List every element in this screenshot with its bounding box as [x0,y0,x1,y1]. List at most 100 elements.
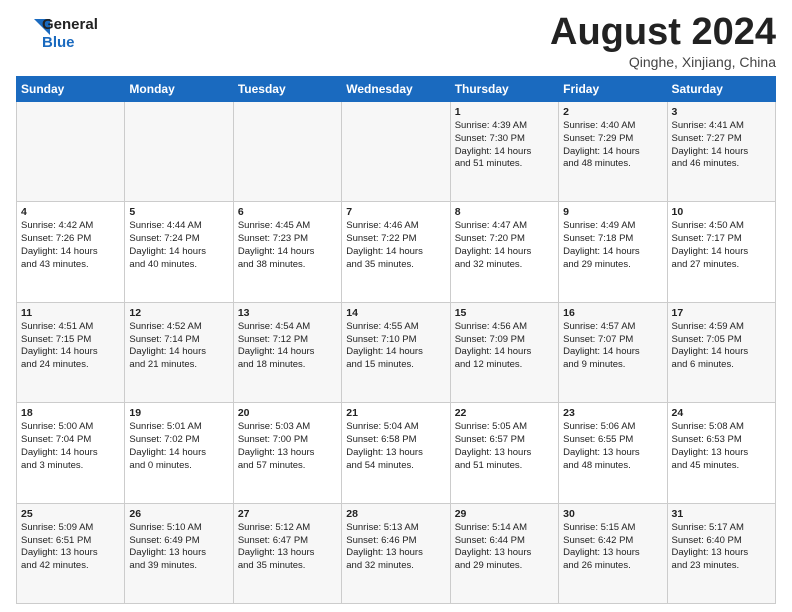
day-number-16: 16 [563,306,662,320]
cell-text: Daylight: 14 hours [455,146,554,159]
calendar-cell-w1-d5: 1Sunrise: 4:39 AMSunset: 7:30 PMDaylight… [450,101,558,201]
day-number-15: 15 [455,306,554,320]
col-monday: Monday [125,76,233,101]
calendar-cell-w2-d7: 10Sunrise: 4:50 AMSunset: 7:17 PMDayligh… [667,202,775,302]
cell-text: and 46 minutes. [672,158,771,171]
calendar-cell-w1-d7: 3Sunrise: 4:41 AMSunset: 7:27 PMDaylight… [667,101,775,201]
cell-text: Sunrise: 4:40 AM [563,120,662,133]
col-sunday: Sunday [17,76,125,101]
cell-text: and 54 minutes. [346,460,445,473]
cell-text: Daylight: 14 hours [563,146,662,159]
calendar-cell-w3-d4: 14Sunrise: 4:55 AMSunset: 7:10 PMDayligh… [342,302,450,402]
col-wednesday: Wednesday [342,76,450,101]
logo-general: General [42,16,98,34]
cell-text: Sunrise: 5:12 AM [238,522,337,535]
calendar-cell-w4-d4: 21Sunrise: 5:04 AMSunset: 6:58 PMDayligh… [342,403,450,503]
cell-text: Sunrise: 5:10 AM [129,522,228,535]
cell-text: and 29 minutes. [455,560,554,573]
cell-text: Daylight: 13 hours [21,547,120,560]
cell-text: Sunset: 7:12 PM [238,334,337,347]
cell-text: and 23 minutes. [672,560,771,573]
cell-text: Sunrise: 4:45 AM [238,220,337,233]
calendar-cell-w5-d2: 26Sunrise: 5:10 AMSunset: 6:49 PMDayligh… [125,503,233,603]
cell-text: and 40 minutes. [129,259,228,272]
cell-text: Sunset: 7:02 PM [129,434,228,447]
calendar-cell-w5-d4: 28Sunrise: 5:13 AMSunset: 6:46 PMDayligh… [342,503,450,603]
day-number-28: 28 [346,507,445,521]
page: General Blue August 2024 Qinghe, Xinjian… [0,0,792,612]
cell-text: Daylight: 14 hours [672,346,771,359]
page-title-location: Qinghe, Xinjiang, China [550,54,776,70]
cell-text: and 27 minutes. [672,259,771,272]
calendar-cell-w3-d5: 15Sunrise: 4:56 AMSunset: 7:09 PMDayligh… [450,302,558,402]
col-thursday: Thursday [450,76,558,101]
cell-text: Sunrise: 4:57 AM [563,321,662,334]
cell-text: Sunset: 7:18 PM [563,233,662,246]
calendar-cell-w1-d1 [17,101,125,201]
cell-text: and 15 minutes. [346,359,445,372]
cell-text: Sunset: 7:24 PM [129,233,228,246]
week-row-1: 1Sunrise: 4:39 AMSunset: 7:30 PMDaylight… [17,101,776,201]
cell-text: Sunrise: 5:17 AM [672,522,771,535]
cell-text: Sunrise: 4:44 AM [129,220,228,233]
title-area: August 2024 Qinghe, Xinjiang, China [550,12,776,70]
cell-text: Daylight: 13 hours [455,447,554,460]
cell-text: Sunset: 7:23 PM [238,233,337,246]
cell-text: Sunrise: 4:39 AM [455,120,554,133]
cell-text: Daylight: 14 hours [21,447,120,460]
cell-text: and 26 minutes. [563,560,662,573]
cell-text: Daylight: 13 hours [129,547,228,560]
calendar-cell-w5-d5: 29Sunrise: 5:14 AMSunset: 6:44 PMDayligh… [450,503,558,603]
cell-text: and 3 minutes. [21,460,120,473]
cell-text: and 57 minutes. [238,460,337,473]
calendar-cell-w1-d3 [233,101,341,201]
day-number-21: 21 [346,406,445,420]
cell-text: Sunset: 7:00 PM [238,434,337,447]
calendar-cell-w3-d3: 13Sunrise: 4:54 AMSunset: 7:12 PMDayligh… [233,302,341,402]
cell-text: and 42 minutes. [21,560,120,573]
calendar-cell-w4-d6: 23Sunrise: 5:06 AMSunset: 6:55 PMDayligh… [559,403,667,503]
calendar-cell-w2-d5: 8Sunrise: 4:47 AMSunset: 7:20 PMDaylight… [450,202,558,302]
cell-text: Sunrise: 4:50 AM [672,220,771,233]
cell-text: Sunset: 7:20 PM [455,233,554,246]
cell-text: Daylight: 14 hours [455,246,554,259]
week-row-3: 11Sunrise: 4:51 AMSunset: 7:15 PMDayligh… [17,302,776,402]
day-number-24: 24 [672,406,771,420]
calendar-cell-w2-d4: 7Sunrise: 4:46 AMSunset: 7:22 PMDaylight… [342,202,450,302]
calendar-cell-w5-d1: 25Sunrise: 5:09 AMSunset: 6:51 PMDayligh… [17,503,125,603]
cell-text: Daylight: 13 hours [563,447,662,460]
calendar-cell-w4-d1: 18Sunrise: 5:00 AMSunset: 7:04 PMDayligh… [17,403,125,503]
cell-text: and 35 minutes. [346,259,445,272]
cell-text: Daylight: 14 hours [129,346,228,359]
cell-text: Sunset: 7:15 PM [21,334,120,347]
day-number-19: 19 [129,406,228,420]
cell-text: Daylight: 14 hours [563,246,662,259]
cell-text: Daylight: 14 hours [238,346,337,359]
cell-text: Sunset: 7:10 PM [346,334,445,347]
cell-text: Daylight: 14 hours [455,346,554,359]
day-number-23: 23 [563,406,662,420]
cell-text: Sunset: 7:09 PM [455,334,554,347]
cell-text: Sunrise: 5:15 AM [563,522,662,535]
cell-text: and 32 minutes. [455,259,554,272]
cell-text: Sunrise: 5:08 AM [672,421,771,434]
day-number-6: 6 [238,205,337,219]
cell-text: Daylight: 13 hours [563,547,662,560]
calendar-cell-w2-d3: 6Sunrise: 4:45 AMSunset: 7:23 PMDaylight… [233,202,341,302]
cell-text: Sunset: 7:22 PM [346,233,445,246]
cell-text: and 9 minutes. [563,359,662,372]
cell-text: Sunset: 7:29 PM [563,133,662,146]
week-row-4: 18Sunrise: 5:00 AMSunset: 7:04 PMDayligh… [17,403,776,503]
col-saturday: Saturday [667,76,775,101]
day-number-11: 11 [21,306,120,320]
logo-blue: Blue [42,34,98,52]
cell-text: Sunset: 7:07 PM [563,334,662,347]
day-number-18: 18 [21,406,120,420]
day-number-17: 17 [672,306,771,320]
cell-text: Sunset: 7:26 PM [21,233,120,246]
calendar-cell-w3-d7: 17Sunrise: 4:59 AMSunset: 7:05 PMDayligh… [667,302,775,402]
calendar-cell-w5-d7: 31Sunrise: 5:17 AMSunset: 6:40 PMDayligh… [667,503,775,603]
cell-text: and 0 minutes. [129,460,228,473]
calendar-cell-w2-d6: 9Sunrise: 4:49 AMSunset: 7:18 PMDaylight… [559,202,667,302]
calendar-cell-w3-d2: 12Sunrise: 4:52 AMSunset: 7:14 PMDayligh… [125,302,233,402]
